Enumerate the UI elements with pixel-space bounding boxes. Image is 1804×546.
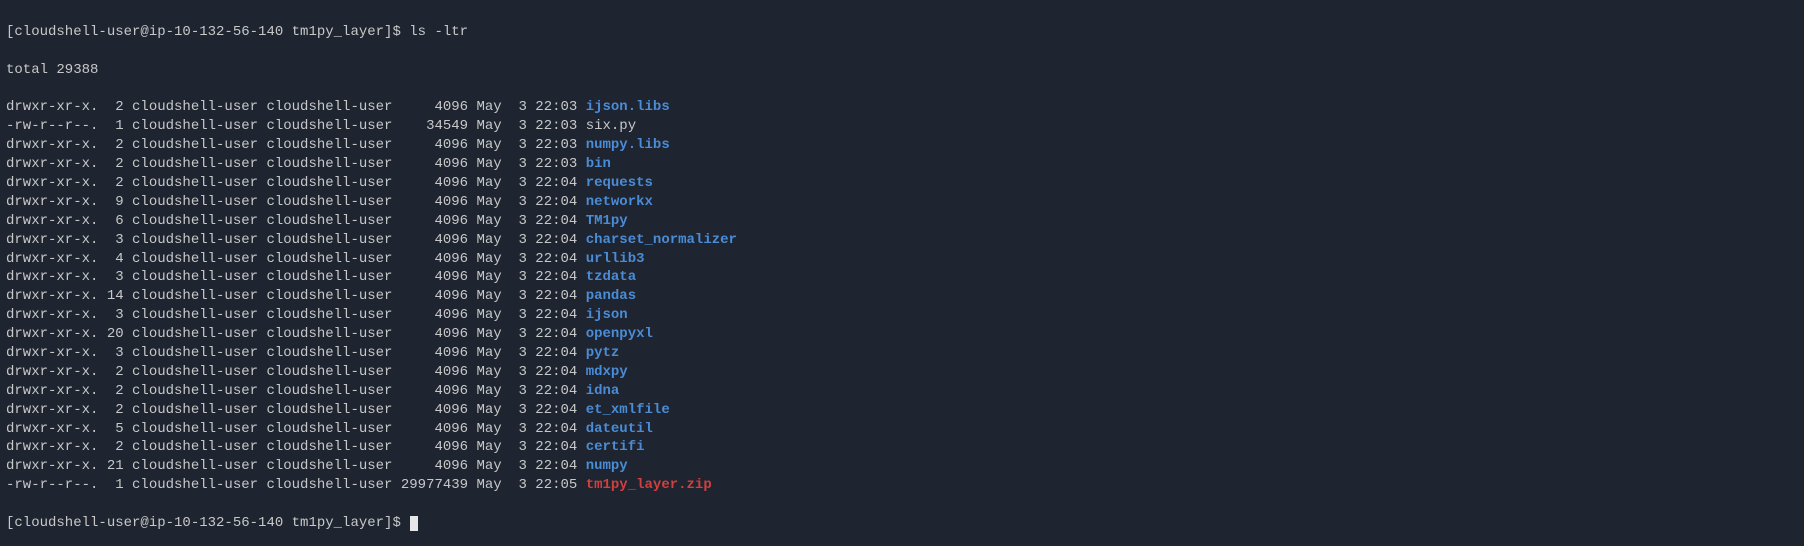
total-line: total 29388 bbox=[6, 61, 1798, 80]
listing-row-meta: drwxr-xr-x. 3 cloudshell-user cloudshell… bbox=[6, 232, 586, 248]
listing-row-filename: mdxpy bbox=[586, 364, 628, 380]
shell-prompt: [cloudshell-user@ip-10-132-56-140 tm1py_… bbox=[6, 24, 409, 40]
listing-row-meta: -rw-r--r--. 1 cloudshell-user cloudshell… bbox=[6, 118, 586, 134]
listing-row: drwxr-xr-x. 2 cloudshell-user cloudshell… bbox=[6, 438, 1798, 457]
listing-row-meta: drwxr-xr-x. 3 cloudshell-user cloudshell… bbox=[6, 269, 586, 285]
listing-row-meta: drwxr-xr-x. 14 cloudshell-user cloudshel… bbox=[6, 288, 586, 304]
listing-row: drwxr-xr-x. 2 cloudshell-user cloudshell… bbox=[6, 363, 1798, 382]
listing-row-filename: networkx bbox=[586, 194, 653, 210]
listing-row-meta: drwxr-xr-x. 3 cloudshell-user cloudshell… bbox=[6, 307, 586, 323]
listing-row-meta: drwxr-xr-x. 3 cloudshell-user cloudshell… bbox=[6, 345, 586, 361]
listing-row-meta: -rw-r--r--. 1 cloudshell-user cloudshell… bbox=[6, 477, 586, 493]
listing-row-filename: ijson.libs bbox=[586, 99, 670, 115]
listing-row-meta: drwxr-xr-x. 2 cloudshell-user cloudshell… bbox=[6, 383, 586, 399]
listing-row-meta: drwxr-xr-x. 2 cloudshell-user cloudshell… bbox=[6, 156, 586, 172]
listing-row-filename: urllib3 bbox=[586, 251, 645, 267]
listing-row-meta: drwxr-xr-x. 2 cloudshell-user cloudshell… bbox=[6, 402, 586, 418]
listing-row: drwxr-xr-x. 20 cloudshell-user cloudshel… bbox=[6, 325, 1798, 344]
cursor bbox=[410, 516, 418, 531]
listing-row: drwxr-xr-x. 6 cloudshell-user cloudshell… bbox=[6, 212, 1798, 231]
listing-row-meta: drwxr-xr-x. 9 cloudshell-user cloudshell… bbox=[6, 194, 586, 210]
listing-row-filename: certifi bbox=[586, 439, 645, 455]
listing-row: drwxr-xr-x. 21 cloudshell-user cloudshel… bbox=[6, 457, 1798, 476]
listing-row: drwxr-xr-x. 3 cloudshell-user cloudshell… bbox=[6, 344, 1798, 363]
listing-row: drwxr-xr-x. 2 cloudshell-user cloudshell… bbox=[6, 136, 1798, 155]
listing-row-filename: TM1py bbox=[586, 213, 628, 229]
listing-row: drwxr-xr-x. 5 cloudshell-user cloudshell… bbox=[6, 420, 1798, 439]
listing-row-filename: requests bbox=[586, 175, 653, 191]
listing-row: drwxr-xr-x. 3 cloudshell-user cloudshell… bbox=[6, 231, 1798, 250]
listing-row: drwxr-xr-x. 4 cloudshell-user cloudshell… bbox=[6, 250, 1798, 269]
listing-row-filename: pytz bbox=[586, 345, 620, 361]
prompt-line-2[interactable]: [cloudshell-user@ip-10-132-56-140 tm1py_… bbox=[6, 514, 1798, 533]
terminal[interactable]: [cloudshell-user@ip-10-132-56-140 tm1py_… bbox=[0, 0, 1804, 546]
listing-row: drwxr-xr-x. 3 cloudshell-user cloudshell… bbox=[6, 268, 1798, 287]
listing-row-meta: drwxr-xr-x. 6 cloudshell-user cloudshell… bbox=[6, 213, 586, 229]
listing-row-meta: drwxr-xr-x. 2 cloudshell-user cloudshell… bbox=[6, 99, 586, 115]
listing-row-meta: drwxr-xr-x. 5 cloudshell-user cloudshell… bbox=[6, 421, 586, 437]
command-text: ls -ltr bbox=[409, 24, 468, 40]
listing-row: drwxr-xr-x. 14 cloudshell-user cloudshel… bbox=[6, 287, 1798, 306]
listing-row-meta: drwxr-xr-x. 2 cloudshell-user cloudshell… bbox=[6, 175, 586, 191]
listing-row: drwxr-xr-x. 2 cloudshell-user cloudshell… bbox=[6, 401, 1798, 420]
listing-row-meta: drwxr-xr-x. 21 cloudshell-user cloudshel… bbox=[6, 458, 586, 474]
listing-row-filename: numpy.libs bbox=[586, 137, 670, 153]
listing-row-filename: openpyxl bbox=[586, 326, 653, 342]
listing-row: drwxr-xr-x. 2 cloudshell-user cloudshell… bbox=[6, 174, 1798, 193]
listing-row-filename: tzdata bbox=[586, 269, 636, 285]
shell-prompt: [cloudshell-user@ip-10-132-56-140 tm1py_… bbox=[6, 515, 409, 531]
listing-row: drwxr-xr-x. 2 cloudshell-user cloudshell… bbox=[6, 382, 1798, 401]
listing-row-meta: drwxr-xr-x. 2 cloudshell-user cloudshell… bbox=[6, 439, 586, 455]
listing-row-meta: drwxr-xr-x. 2 cloudshell-user cloudshell… bbox=[6, 364, 586, 380]
listing-row-meta: drwxr-xr-x. 20 cloudshell-user cloudshel… bbox=[6, 326, 586, 342]
listing-row-filename: charset_normalizer bbox=[586, 232, 737, 248]
listing-row-filename: ijson bbox=[586, 307, 628, 323]
listing-row-filename: dateutil bbox=[586, 421, 653, 437]
listing-row: -rw-r--r--. 1 cloudshell-user cloudshell… bbox=[6, 476, 1798, 495]
listing-row-filename: six.py bbox=[586, 118, 636, 134]
file-listing: drwxr-xr-x. 2 cloudshell-user cloudshell… bbox=[6, 98, 1798, 495]
prompt-line-1: [cloudshell-user@ip-10-132-56-140 tm1py_… bbox=[6, 23, 1798, 42]
listing-row: -rw-r--r--. 1 cloudshell-user cloudshell… bbox=[6, 117, 1798, 136]
listing-row: drwxr-xr-x. 2 cloudshell-user cloudshell… bbox=[6, 155, 1798, 174]
listing-row-filename: bin bbox=[586, 156, 611, 172]
listing-row-filename: pandas bbox=[586, 288, 636, 304]
listing-row-filename: numpy bbox=[586, 458, 628, 474]
listing-row: drwxr-xr-x. 3 cloudshell-user cloudshell… bbox=[6, 306, 1798, 325]
listing-row: drwxr-xr-x. 2 cloudshell-user cloudshell… bbox=[6, 98, 1798, 117]
listing-row-meta: drwxr-xr-x. 2 cloudshell-user cloudshell… bbox=[6, 137, 586, 153]
listing-row-filename: et_xmlfile bbox=[586, 402, 670, 418]
listing-row: drwxr-xr-x. 9 cloudshell-user cloudshell… bbox=[6, 193, 1798, 212]
listing-row-filename: idna bbox=[586, 383, 620, 399]
listing-row-filename: tm1py_layer.zip bbox=[586, 477, 712, 493]
listing-row-meta: drwxr-xr-x. 4 cloudshell-user cloudshell… bbox=[6, 251, 586, 267]
